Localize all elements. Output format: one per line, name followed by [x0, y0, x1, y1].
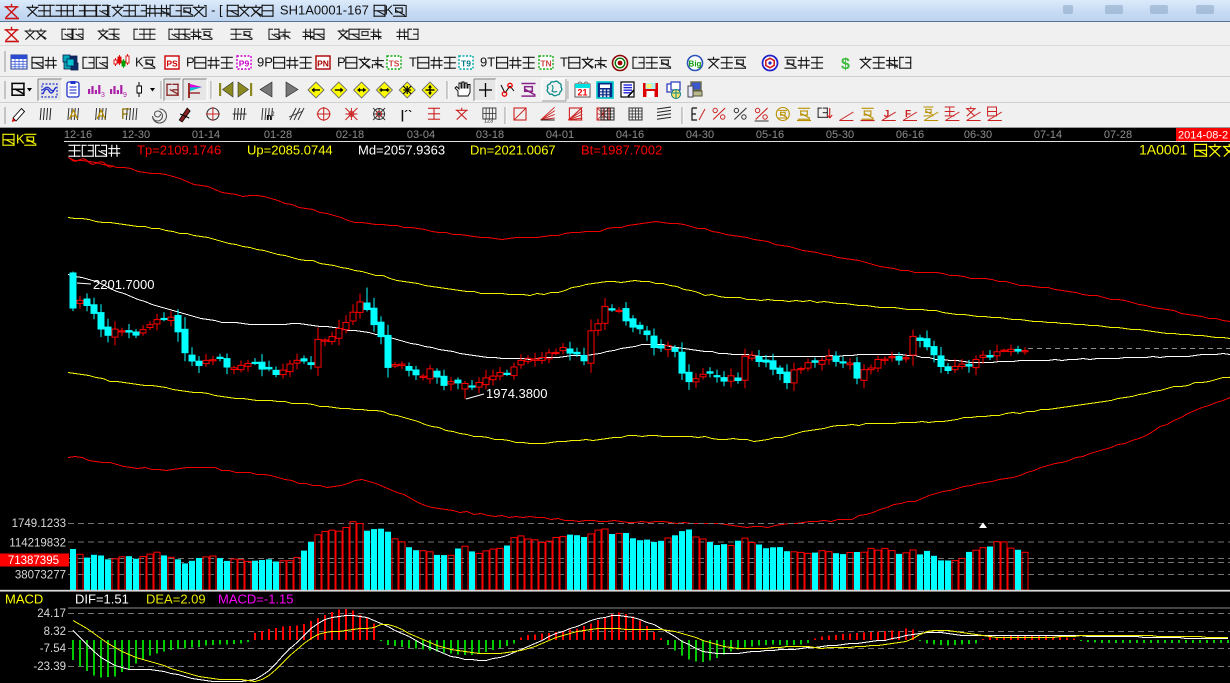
svg-text:12-16: 12-16: [64, 129, 92, 141]
svg-text:Dn=2021.0067: Dn=2021.0067: [470, 143, 556, 158]
svg-text:04-01: 04-01: [546, 129, 574, 141]
svg-text:12-30: 12-30: [122, 129, 150, 141]
svg-text:] - [: ] - [: [204, 3, 223, 18]
svg-text:-23.39: -23.39: [33, 661, 66, 673]
svg-text:PS: PS: [166, 59, 178, 69]
svg-text:1749.1233: 1749.1233: [12, 518, 66, 530]
svg-text:9P: 9P: [257, 55, 273, 70]
svg-text:05-30: 05-30: [826, 129, 854, 141]
svg-text:PN: PN: [317, 59, 329, 69]
svg-text:T9: T9: [461, 59, 471, 69]
svg-text:[: [: [107, 3, 111, 18]
svg-text:04-30: 04-30: [686, 129, 714, 141]
svg-text:02-18: 02-18: [336, 129, 364, 141]
svg-text:06-30: 06-30: [964, 129, 992, 141]
svg-text:T: T: [560, 55, 568, 70]
svg-text:01-28: 01-28: [264, 129, 292, 141]
svg-text:04-16: 04-16: [616, 129, 644, 141]
svg-text:2014-08-2: 2014-08-2: [1178, 130, 1228, 142]
svg-text:03-18: 03-18: [476, 129, 504, 141]
svg-text:-7.54: -7.54: [40, 643, 67, 655]
svg-text:05-16: 05-16: [756, 129, 784, 141]
svg-text:$: $: [841, 56, 850, 73]
svg-text:03-04: 03-04: [407, 129, 435, 141]
svg-text:SH1A0001-167: SH1A0001-167: [273, 3, 369, 18]
svg-text:Tp=2109.1746: Tp=2109.1746: [137, 143, 221, 158]
svg-text:8.32: 8.32: [44, 626, 66, 638]
svg-text:T: T: [409, 55, 417, 70]
svg-text:07-14: 07-14: [1034, 129, 1062, 141]
svg-text:K: K: [385, 3, 394, 18]
svg-text:Up=2085.0744: Up=2085.0744: [247, 143, 333, 158]
svg-text:114219832: 114219832: [9, 538, 66, 550]
svg-text:DIF=1.51: DIF=1.51: [75, 592, 129, 607]
svg-text:K: K: [16, 132, 25, 147]
svg-text:P: P: [337, 55, 346, 70]
svg-text:P: P: [186, 55, 195, 70]
svg-text:123: 123: [484, 119, 493, 125]
svg-text:|´`: |´`: [401, 108, 412, 122]
svg-text:P9: P9: [239, 59, 250, 69]
svg-text:71387395: 71387395: [8, 555, 59, 567]
svg-text:2201.7000: 2201.7000: [93, 277, 154, 292]
svg-text:]: ]: [404, 3, 408, 18]
svg-text:MACD=-1.15: MACD=-1.15: [218, 592, 294, 607]
svg-text:Md=2057.9363: Md=2057.9363: [358, 143, 445, 158]
svg-text:K: K: [135, 55, 144, 70]
svg-text:Big: Big: [689, 60, 702, 69]
svg-text:07-28: 07-28: [1104, 129, 1132, 141]
svg-text:DEA=2.09: DEA=2.09: [146, 592, 206, 607]
svg-text:MACD: MACD: [5, 592, 43, 607]
svg-text:9T: 9T: [480, 55, 495, 70]
svg-text:Bt=1987.7002: Bt=1987.7002: [581, 143, 662, 158]
svg-text:06-16: 06-16: [896, 129, 924, 141]
svg-text:38073277: 38073277: [15, 570, 66, 582]
svg-text:3: 3: [101, 92, 105, 99]
svg-text:01-14: 01-14: [192, 129, 220, 141]
svg-text:9: 9: [123, 92, 127, 99]
svg-text:1974.3800: 1974.3800: [486, 386, 547, 401]
svg-text:TN: TN: [540, 59, 551, 69]
svg-text:24.17: 24.17: [37, 608, 66, 620]
svg-text:1A0001: 1A0001: [1139, 142, 1191, 158]
svg-text:21: 21: [577, 88, 587, 98]
svg-text:TS: TS: [389, 59, 400, 69]
